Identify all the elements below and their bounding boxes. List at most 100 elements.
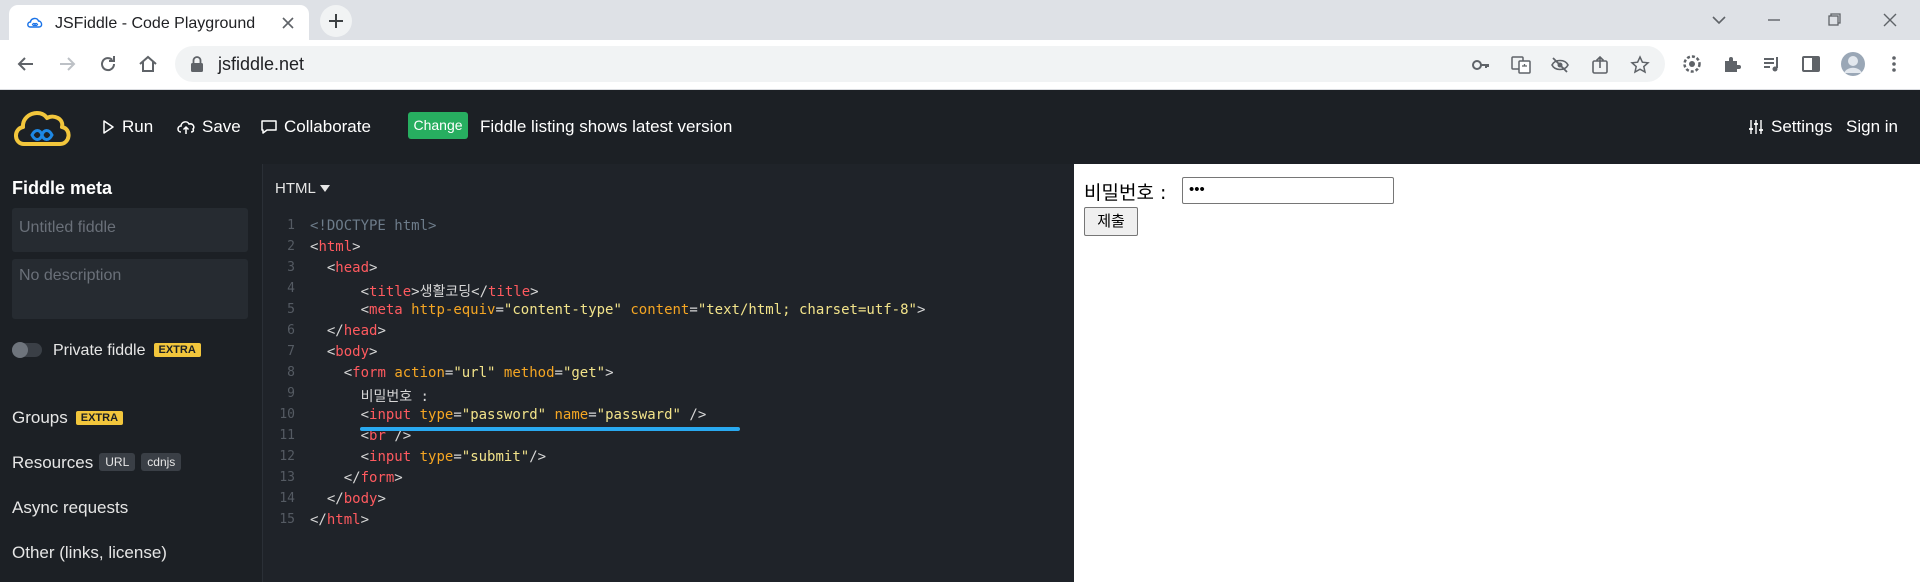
media-queue-icon[interactable] — [1762, 54, 1782, 74]
password-input[interactable]: ••• — [1182, 177, 1394, 204]
line-number: 9 — [287, 386, 295, 401]
translate-icon[interactable] — [1511, 55, 1531, 75]
line-number: 6 — [287, 323, 295, 338]
omnibox[interactable]: jsfiddle.net — [175, 46, 1665, 82]
line-number: 15 — [279, 512, 295, 527]
language-selector[interactable]: HTML — [275, 180, 330, 197]
restore-icon[interactable] — [1822, 8, 1846, 32]
submit-button[interactable]: 제출 — [1084, 207, 1138, 236]
new-tab-button[interactable] — [320, 5, 352, 37]
run-button[interactable]: Run — [100, 117, 153, 137]
chat-bubble-icon — [261, 120, 277, 134]
extra-badge: EXTRA — [75, 411, 124, 425]
line-number: 12 — [279, 449, 295, 464]
url-text: jsfiddle.net — [218, 54, 305, 74]
browser-menu-icon[interactable] — [1884, 54, 1904, 74]
settings-label: Settings — [1771, 117, 1833, 136]
reload-icon[interactable] — [96, 52, 120, 76]
password-label: 비밀번호 : — [1084, 182, 1167, 204]
jsfiddle-header: Run Save Collaborate Change Fiddle listi… — [0, 90, 1920, 164]
code-text: </body> — [326, 491, 386, 507]
extension-gear-icon[interactable] — [1682, 54, 1702, 74]
fiddle-title-input[interactable]: Untitled fiddle — [12, 208, 248, 252]
listing-text: Fiddle listing shows latest version — [480, 117, 733, 136]
code-text: <title>생활코딩</title> — [360, 284, 539, 300]
bookmark-star-icon[interactable] — [1630, 55, 1650, 75]
line-number: 8 — [287, 365, 295, 380]
groups-label: Groups — [12, 408, 68, 427]
html-editor-panel: HTML 1 <!DOCTYPE html> 2 <html> 3 <head> 4 <t… — [263, 164, 1074, 582]
browser-tab[interactable]: JSFiddle - Code Playground — [9, 5, 309, 40]
code-text: <form action="url" method="get"> — [343, 365, 614, 381]
code-text: <input type="submit"/> — [360, 449, 547, 465]
sidebar-item-other[interactable]: Other (links, license) — [12, 543, 167, 563]
profile-avatar-icon[interactable] — [1840, 51, 1866, 77]
code-text: <input type="password" name="passward" /… — [360, 407, 707, 423]
side-panel-icon[interactable] — [1801, 54, 1821, 74]
tab-title: JSFiddle - Code Playground — [55, 15, 256, 32]
code-text: <!DOCTYPE html> — [310, 218, 437, 234]
url-tag[interactable]: URL — [99, 453, 136, 471]
cloud-upload-icon — [177, 121, 195, 134]
line-number: 2 — [287, 239, 295, 254]
line-number: 14 — [279, 491, 295, 506]
fiddle-meta-sidebar: Fiddle meta Untitled fiddle No descripti… — [0, 164, 263, 582]
sidebar-item-async-requests[interactable]: Async requests — [12, 498, 128, 518]
language-label: HTML — [275, 180, 316, 197]
home-icon[interactable] — [136, 52, 160, 76]
line-number: 11 — [279, 428, 295, 443]
line-number: 13 — [279, 470, 295, 485]
private-fiddle-label: Private fiddle EXTRA — [53, 342, 201, 360]
collaborate-button[interactable]: Collaborate — [260, 117, 371, 137]
code-text: <body> — [326, 344, 378, 360]
share-icon[interactable] — [1590, 55, 1610, 75]
key-icon[interactable] — [1471, 55, 1491, 75]
close-window-icon[interactable] — [1878, 8, 1902, 32]
toggle-knob — [12, 342, 28, 358]
jsfiddle-logo-icon[interactable] — [12, 104, 72, 150]
jsfiddle-favicon-icon — [26, 14, 44, 32]
code-text: </form> — [343, 470, 403, 486]
result-panel: 비밀번호 : ••• 제출 — [1074, 164, 1920, 582]
highlight-underline — [360, 427, 740, 431]
resources-label: Resources — [12, 453, 94, 472]
line-number: 10 — [279, 407, 295, 422]
extensions-puzzle-icon[interactable] — [1722, 54, 1742, 74]
extra-badge: EXTRA — [153, 343, 201, 357]
back-arrow-icon[interactable] — [14, 52, 38, 76]
sign-in-link[interactable]: Sign in — [1846, 117, 1898, 137]
play-icon — [103, 120, 114, 134]
run-label: Run — [122, 117, 154, 136]
minimize-icon[interactable] — [1762, 8, 1786, 32]
line-number: 5 — [287, 302, 295, 317]
line-number: 4 — [287, 281, 295, 296]
sidebar-item-groups[interactable]: Groups EXTRA — [12, 408, 124, 428]
forward-arrow-icon[interactable] — [55, 52, 79, 76]
code-text: </head> — [326, 323, 386, 339]
settings-button[interactable]: Settings — [1747, 117, 1832, 137]
save-label: Save — [202, 117, 241, 136]
caret-down-icon — [319, 184, 330, 192]
private-fiddle-toggle[interactable] — [12, 342, 42, 358]
line-number: 7 — [287, 344, 295, 359]
line-number: 1 — [287, 218, 295, 233]
eye-slash-icon[interactable] — [1550, 55, 1570, 75]
code-text: 비밀번호 : — [310, 389, 429, 405]
sidebar-title: Fiddle meta — [12, 178, 113, 198]
lock-icon[interactable] — [189, 55, 205, 73]
code-text: </html> — [310, 512, 370, 528]
code-text: <head> — [326, 260, 378, 276]
tab-close-icon[interactable] — [279, 14, 297, 32]
code-text: <html> — [310, 239, 361, 255]
tab-search-chevron-icon[interactable] — [1707, 8, 1731, 32]
change-button[interactable]: Change — [408, 112, 468, 139]
collaborate-label: Collaborate — [284, 117, 371, 136]
fiddle-description-input[interactable]: No description — [12, 259, 248, 319]
sliders-icon — [1749, 120, 1763, 134]
line-number: 3 — [287, 260, 295, 275]
code-text: <meta http-equiv="content-type" content=… — [360, 302, 926, 318]
private-fiddle-text: Private fiddle — [53, 342, 146, 359]
cdnjs-tag[interactable]: cdnjs — [141, 453, 182, 471]
sidebar-item-resources[interactable]: Resources URL cdnjs — [12, 453, 182, 473]
save-button[interactable]: Save — [176, 117, 241, 137]
